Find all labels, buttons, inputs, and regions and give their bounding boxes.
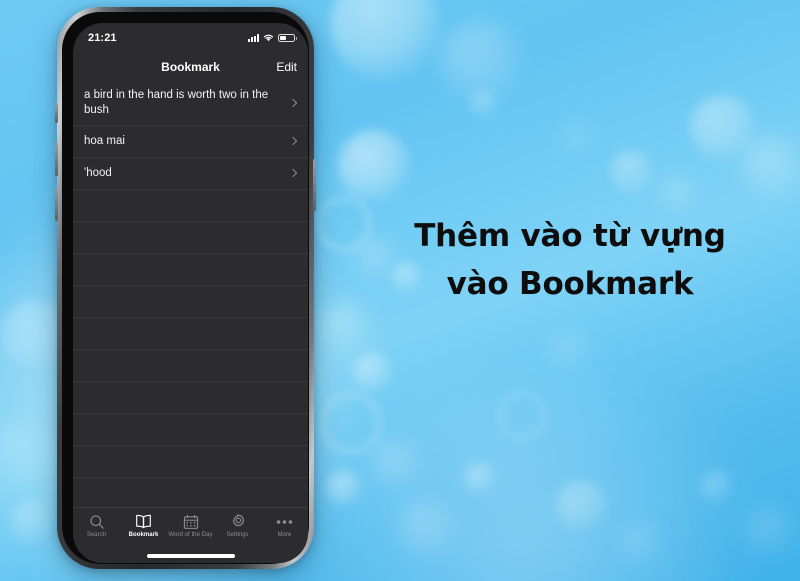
tab-settings[interactable]: Settings	[214, 513, 261, 538]
status-bar: 21:21	[73, 23, 308, 53]
power-button[interactable]	[313, 159, 316, 211]
list-item[interactable]: 'hood	[73, 158, 308, 190]
bokeh-circle	[610, 150, 654, 194]
list-item-empty	[73, 318, 308, 350]
bokeh-circle	[338, 130, 410, 202]
bokeh-circle	[690, 95, 756, 161]
battery-icon	[278, 33, 297, 43]
gear-icon	[229, 513, 246, 530]
chevron-right-icon	[289, 137, 298, 146]
list-item-label: a bird in the hand is worth two in the b…	[84, 89, 269, 116]
wifi-icon	[263, 29, 274, 47]
signal-bars-icon	[248, 34, 259, 42]
tab-label: More	[277, 532, 292, 538]
book-icon	[135, 513, 152, 530]
phone-screen: 21:21 Bookmark Edit a bird in the hand i…	[73, 23, 308, 563]
home-indicator[interactable]	[146, 554, 235, 558]
bokeh-circle	[470, 90, 498, 118]
status-bar-indicators	[248, 29, 297, 47]
tab-bookmark[interactable]: Bookmark	[120, 513, 167, 538]
list-item-empty	[73, 478, 308, 507]
edit-button[interactable]: Edit	[276, 60, 297, 74]
tab-label: Bookmark	[128, 532, 159, 538]
tab-label: Search	[86, 532, 107, 538]
list-item-empty	[73, 350, 308, 382]
list-item-empty	[73, 446, 308, 478]
tab-label: Word of the Day	[168, 532, 213, 538]
chevron-right-icon	[289, 99, 298, 108]
list-item-empty	[73, 286, 308, 318]
status-bar-time: 21:21	[88, 32, 117, 44]
list-item[interactable]: hoa mai	[73, 126, 308, 158]
volume-up-button[interactable]	[55, 142, 58, 176]
list-item-empty	[73, 222, 308, 254]
list-item[interactable]: a bird in the hand is worth two in the b…	[73, 81, 308, 126]
mute-switch[interactable]	[55, 103, 58, 123]
ellipsis-icon	[276, 513, 293, 530]
bokeh-circle	[560, 120, 594, 154]
list-item-empty	[73, 190, 308, 222]
calendar-icon	[182, 513, 199, 530]
home-indicator-area	[73, 549, 308, 563]
tab-search[interactable]: Search	[73, 513, 120, 538]
navigation-bar: Bookmark Edit	[73, 53, 308, 81]
bokeh-circle	[330, 0, 440, 80]
search-icon	[88, 513, 105, 530]
bokeh-circle	[660, 175, 696, 211]
phone-bezel: 21:21 Bookmark Edit a bird in the hand i…	[62, 12, 309, 564]
tab-bar: Search Bookmark Word of the Day Settings…	[73, 507, 308, 549]
volume-down-button[interactable]	[55, 187, 58, 221]
bookmark-list[interactable]: a bird in the hand is worth two in the b…	[73, 81, 308, 507]
battery-fill	[280, 35, 286, 41]
page-title: Bookmark	[161, 60, 220, 74]
tab-label: Settings	[226, 532, 249, 538]
phone-device-mockup: 21:21 Bookmark Edit a bird in the hand i…	[55, 7, 316, 569]
caption-line-1: Thêm vào từ vựng	[414, 218, 726, 254]
caption-text: Thêm vào từ vựng vào Bookmark	[360, 212, 780, 308]
bokeh-circle	[440, 20, 520, 100]
list-item-label: 'hood	[84, 167, 112, 179]
tab-more[interactable]: More	[261, 513, 308, 538]
bokeh-circle	[742, 135, 800, 195]
tab-word-of-the-day[interactable]: Word of the Day	[167, 513, 214, 538]
caption-line-2: vào Bookmark	[446, 266, 694, 302]
list-item-empty	[73, 382, 308, 414]
list-item-label: hoa mai	[84, 135, 125, 147]
list-item-empty	[73, 254, 308, 286]
bokeh-circle	[548, 330, 588, 370]
list-item-empty	[73, 414, 308, 446]
background-glow-bottom	[300, 381, 760, 581]
chevron-right-icon	[289, 169, 298, 178]
